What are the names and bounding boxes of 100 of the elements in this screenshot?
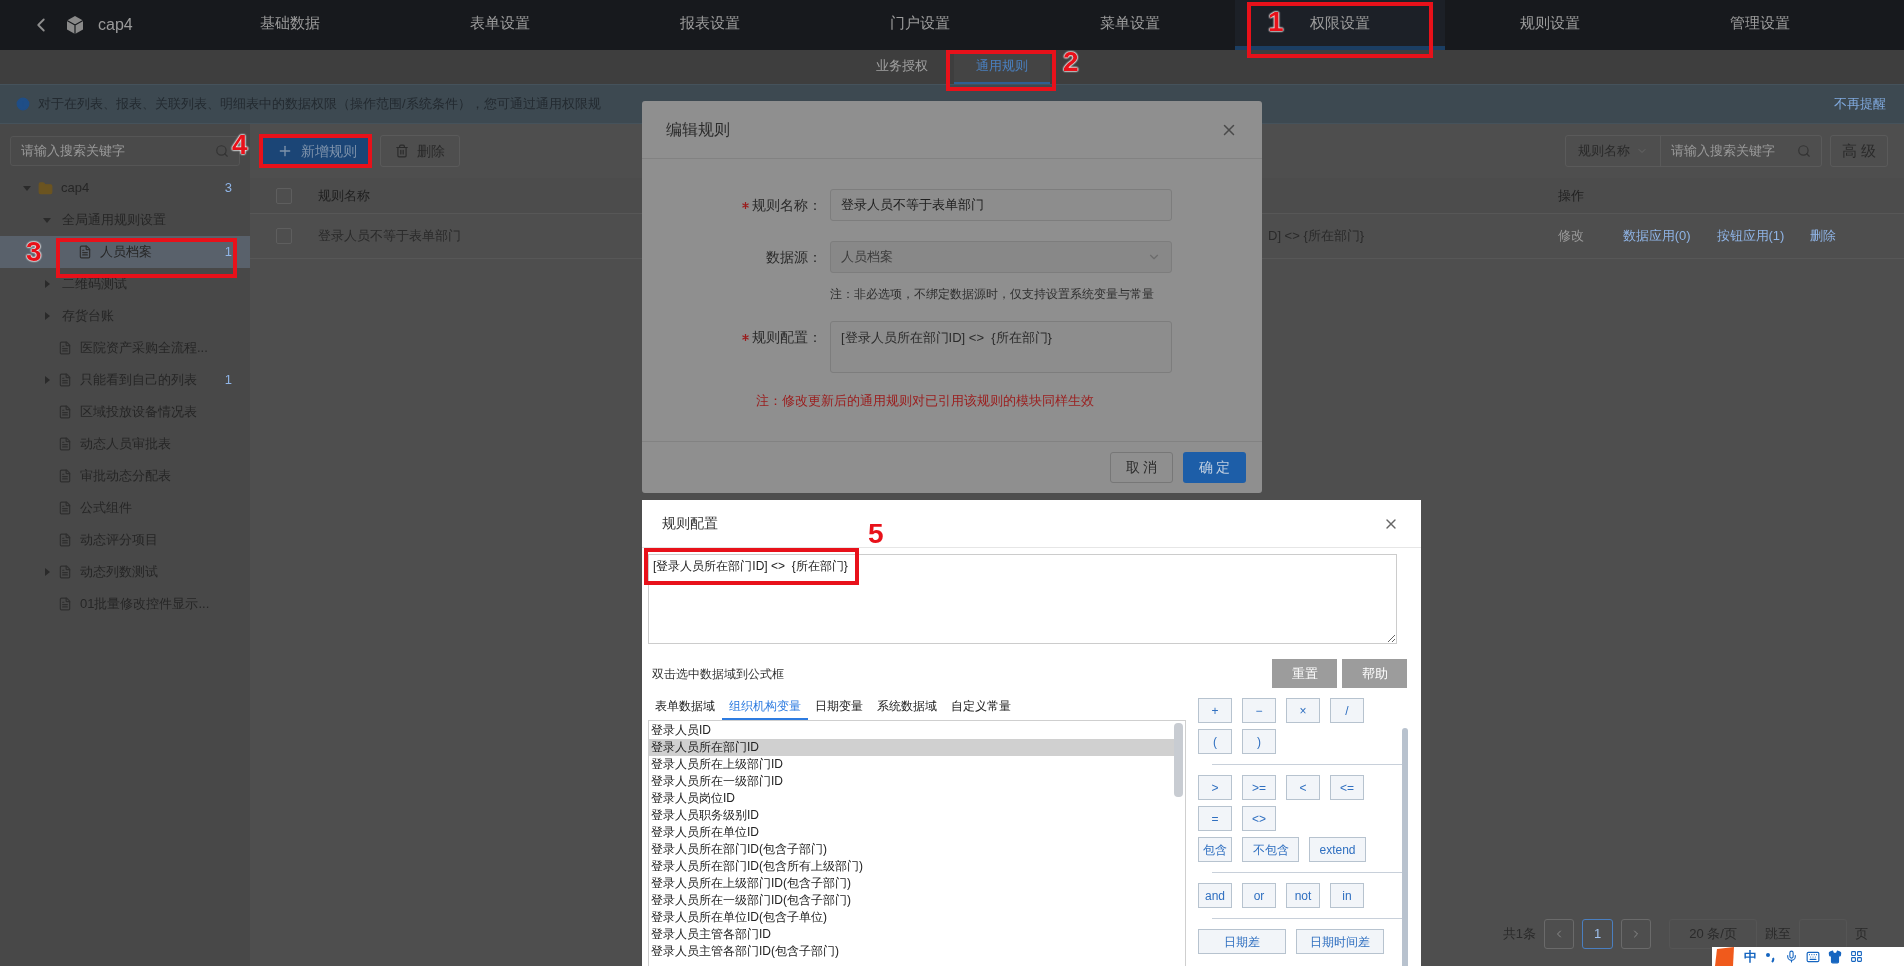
operator-button[interactable]: < [1286, 775, 1320, 800]
item-count: 1 [224, 243, 232, 262]
caret-icon[interactable] [43, 280, 51, 288]
trash-icon [395, 144, 409, 158]
caret-icon[interactable] [43, 216, 51, 224]
item-count: 3 [224, 179, 232, 198]
operator-button[interactable]: / [1330, 698, 1364, 723]
field-list-item[interactable]: 登录人员所在上级部门ID(包含子部门) [649, 875, 1174, 892]
operator-button[interactable]: <= [1330, 775, 1364, 800]
field-list-item[interactable]: 登录人员所在一级部门ID(包含子部门) [649, 892, 1174, 909]
nav-tab[interactable]: 基础数据 [185, 0, 395, 50]
variable-tab[interactable]: 表单数据域 [648, 694, 722, 720]
dialog-title: 规则配置 [662, 514, 718, 533]
annotation-number: 1 [1268, 8, 1284, 36]
operator-button[interactable]: 日期时间差 [1296, 929, 1384, 954]
action-link[interactable]: 按钮应用(1) [1716, 226, 1811, 246]
nav-tab[interactable]: 规则设置 [1445, 0, 1655, 50]
nav-tab[interactable]: 门户设置 [815, 0, 1025, 50]
caret-icon[interactable] [43, 568, 51, 576]
input-mode-label[interactable]: 中 [1744, 946, 1757, 966]
page-number[interactable]: 1 [1582, 919, 1613, 949]
help-button[interactable]: 帮助 [1342, 659, 1407, 688]
tree-item-label: 人员档案 [100, 243, 153, 262]
operator-button[interactable]: + [1198, 698, 1232, 723]
grid-icon[interactable] [1850, 950, 1863, 963]
field-list-item[interactable]: 登录人员所在单位ID [649, 824, 1174, 841]
field-list-item[interactable]: 登录人员主管各部门ID [649, 926, 1174, 943]
operator-button[interactable]: = [1198, 806, 1232, 831]
dialog-title: 编辑规则 [666, 119, 731, 140]
next-page-icon[interactable] [1621, 919, 1651, 949]
operator-button[interactable]: > [1198, 775, 1232, 800]
caret-icon[interactable] [43, 376, 51, 384]
search-placeholder: 请输入搜索关键字 [21, 142, 126, 161]
operator-button[interactable]: not [1286, 883, 1320, 908]
punctuation-icon[interactable] [1765, 950, 1777, 963]
operator-button[interactable]: − [1242, 698, 1276, 723]
field-list-item[interactable]: 登录人员所在一级部门ID [649, 773, 1174, 790]
rule-name-field[interactable]: 登录人员不等于表单部门 [830, 189, 1172, 221]
operator-button[interactable]: or [1242, 883, 1276, 908]
operator-button[interactable]: <> [1242, 806, 1276, 831]
keyboard-icon[interactable] [1806, 949, 1820, 964]
nav-tab[interactable]: 管理设置 [1655, 0, 1865, 50]
operator-button[interactable]: >= [1242, 775, 1276, 800]
operator-button[interactable]: ( [1198, 729, 1232, 754]
scrollbar[interactable] [1174, 723, 1183, 797]
reset-button[interactable]: 重置 [1272, 659, 1337, 688]
operator-button[interactable]: ) [1242, 729, 1276, 754]
document-icon [78, 245, 92, 259]
field-list-item[interactable]: 登录人员所在上级部门ID [649, 756, 1174, 773]
field-list-item[interactable]: 登录人员所在部门ID(包含子部门) [649, 841, 1174, 858]
ime-logo-icon[interactable] [1714, 947, 1736, 966]
microphone-icon[interactable] [1785, 950, 1798, 963]
variable-tab[interactable]: 组织机构变量 [722, 694, 808, 720]
rule-config-field[interactable]: [登录人员所在部门ID] <> {所在部门} [830, 321, 1172, 373]
dismiss-link[interactable]: 不再提醒 [1834, 94, 1886, 114]
variable-tab[interactable]: 系统数据域 [870, 694, 944, 720]
operator-button[interactable]: and [1198, 883, 1232, 908]
document-icon [58, 373, 72, 387]
document-icon [58, 501, 72, 515]
previous-page-icon[interactable] [1544, 919, 1574, 949]
info-icon [16, 97, 30, 111]
operator-button[interactable]: 不包含 [1242, 837, 1299, 862]
operator-button[interactable]: extend [1309, 837, 1366, 862]
field-list-item[interactable]: 登录人员所在单位ID(包含子单位) [649, 909, 1174, 926]
operator-button[interactable]: 包含 [1198, 837, 1232, 862]
caret-icon[interactable] [23, 184, 31, 192]
field-list-item[interactable]: 登录人员所在部门ID [649, 739, 1174, 756]
field-list-item[interactable]: 登录人员岗位ID [649, 790, 1174, 807]
variable-tab[interactable]: 日期变量 [808, 694, 870, 720]
document-icon [58, 405, 72, 419]
field-list-item[interactable]: 登录人员所在部门ID(包含所有上级部门) [649, 858, 1174, 875]
operator-button[interactable]: in [1330, 883, 1364, 908]
field-hint: 注：非必选项，不绑定数据源时，仅支持设置系统变量与常量 [830, 286, 1155, 303]
action-link[interactable]: 删除 [1810, 226, 1904, 246]
action-link[interactable]: 数据应用(0) [1622, 226, 1717, 246]
formula-field[interactable]: [登录人员所在部门ID] <> {所在部门} [648, 554, 1397, 644]
item-count: 1 [224, 371, 232, 390]
caret-icon[interactable] [43, 312, 51, 320]
operator-button[interactable]: 日期差 [1198, 929, 1286, 954]
field-list-item[interactable]: 登录人员主管各部门ID(包含子部门) [649, 943, 1174, 960]
nav-tab[interactable]: 表单设置 [395, 0, 605, 50]
variable-tab[interactable]: 自定义常量 [944, 694, 1018, 720]
nav-tab[interactable]: 报表设置 [605, 0, 815, 50]
annotation-number: 3 [26, 238, 42, 266]
nav-tab[interactable]: 菜单设置 [1025, 0, 1235, 50]
shirt-icon[interactable] [1828, 949, 1842, 964]
document-icon [58, 437, 72, 451]
document-icon [58, 565, 72, 579]
field-label: 规则名称： [752, 195, 822, 215]
confirm-button[interactable]: 确 定 [1183, 452, 1246, 483]
app-name: cap4 [98, 15, 133, 35]
cancel-button[interactable]: 取 消 [1110, 452, 1173, 483]
field-list-item[interactable]: 登录人员ID [649, 722, 1174, 739]
warning-note: 注：修改更新后的通用规则对已引用该规则的模块同样生效 [756, 392, 1095, 410]
field-list-item[interactable]: 登录人员职务级别ID [649, 807, 1174, 824]
document-icon [58, 469, 72, 483]
operator-button[interactable]: × [1286, 698, 1320, 723]
annotation-number: 2 [1063, 48, 1079, 76]
hint-text: 双击选中数据域到公式框 [652, 665, 785, 683]
sub-tab[interactable]: 业务授权 [854, 50, 950, 84]
